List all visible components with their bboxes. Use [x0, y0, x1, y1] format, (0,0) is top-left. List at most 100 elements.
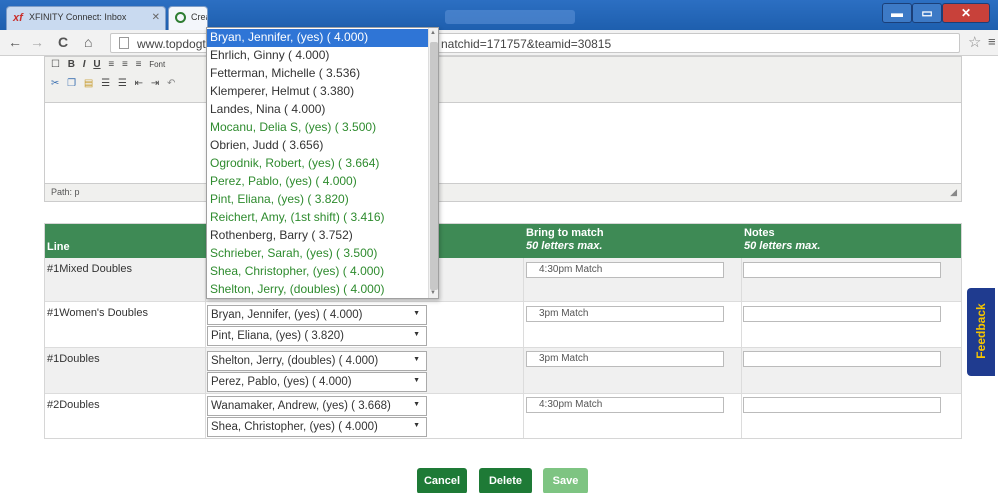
cut-icon[interactable]: ✂	[51, 78, 59, 89]
tab-label: Crea	[191, 12, 207, 22]
header-line: Line	[47, 241, 70, 253]
header-bring-title: Bring to match	[526, 227, 604, 239]
cancel-button[interactable]: Cancel	[417, 468, 467, 493]
star-icon[interactable]: ☆	[968, 33, 981, 51]
align-center-icon[interactable]: ≡	[122, 59, 128, 70]
dropdown-option[interactable]: Fetterman, Michelle ( 3.536)	[207, 65, 429, 83]
notes-input[interactable]	[743, 262, 941, 278]
player-dropdown-list[interactable]: Bryan, Jennifer, (yes) ( 4.000) Ehrlich, …	[206, 27, 439, 299]
save-button[interactable]: Save	[543, 468, 588, 493]
column-divider	[741, 302, 742, 347]
tab-close-icon[interactable]: ✕	[152, 12, 160, 23]
table-header: Line Bring to match 50 letters max. Note…	[45, 224, 961, 258]
dropdown-option[interactable]: Ehrlich, Ginny ( 4.000)	[207, 47, 429, 65]
dropdown-option[interactable]: Mocanu, Delia S, (yes) ( 3.500)	[207, 119, 429, 137]
column-divider	[205, 394, 206, 438]
dropdown-option[interactable]: Shea, Christopher, (yes) ( 4.000)	[207, 263, 429, 281]
table-row: #1Doubles Shelton, Jerry, (doubles) ( 4.…	[45, 348, 961, 394]
player-select[interactable]: Perez, Pablo, (yes) ( 4.000) ▼	[207, 372, 427, 392]
dropdown-scrollbar[interactable]: ▲ ▼	[428, 28, 438, 298]
resize-handle-icon[interactable]: ◢	[950, 187, 957, 198]
table-row: #1Mixed Doubles 4:30pm Match	[45, 258, 961, 302]
dropdown-option[interactable]: Obrien, Judd ( 3.656)	[207, 137, 429, 155]
new-doc-icon[interactable]: ☐	[51, 59, 60, 70]
dropdown-option[interactable]: Landes, Nina ( 4.000)	[207, 101, 429, 119]
menu-icon[interactable]: ≡	[988, 34, 996, 49]
notes-input[interactable]	[743, 351, 941, 367]
forward-arrow-icon[interactable]: →	[30, 34, 44, 50]
align-right-icon[interactable]: ≡	[136, 59, 142, 70]
undo-icon[interactable]: ↶	[167, 78, 175, 89]
indent-icon[interactable]: ⇥	[151, 78, 159, 89]
dropdown-option[interactable]: Reichert, Amy, (1st shift) ( 3.416)	[207, 209, 429, 227]
column-divider	[741, 258, 742, 301]
column-divider	[741, 394, 742, 438]
column-divider	[523, 348, 524, 393]
outdent-icon[interactable]: ⇤	[135, 78, 143, 89]
copy-icon[interactable]: ❐	[67, 78, 76, 89]
dropdown-option[interactable]: Pint, Eliana, (yes) ( 3.820)	[207, 191, 429, 209]
bullet-list-icon[interactable]: ☰	[101, 78, 110, 89]
tab-xfinity-inbox[interactable]: xf XFINITY Connect: Inbox ✕	[6, 6, 166, 30]
player-select[interactable]: Pint, Eliana, (yes) ( 3.820) ▼	[207, 326, 427, 346]
bring-input[interactable]: 4:30pm Match	[526, 262, 724, 278]
bring-input[interactable]: 3pm Match	[526, 306, 724, 322]
home-icon[interactable]: ⌂	[84, 34, 92, 50]
paste-icon[interactable]: ▤	[84, 78, 93, 89]
italic-icon[interactable]: I	[83, 59, 86, 70]
header-notes-title: Notes	[744, 227, 775, 239]
notes-input[interactable]	[743, 397, 941, 413]
column-divider	[205, 348, 206, 393]
dropdown-option[interactable]: Perez, Pablo, (yes) ( 4.000)	[207, 173, 429, 191]
feedback-tab[interactable]: Feedback	[967, 288, 995, 376]
scroll-down-icon[interactable]: ▼	[430, 290, 436, 296]
align-left-icon[interactable]: ≡	[108, 59, 114, 70]
dropdown-option[interactable]: Schrieber, Sarah, (yes) ( 3.500)	[207, 245, 429, 263]
player-select-value: Shea, Christopher, (yes) ( 4.000)	[211, 421, 378, 433]
player-select-value: Shelton, Jerry, (doubles) ( 4.000)	[211, 355, 379, 367]
header-bring-sub: 50 letters max.	[526, 240, 603, 252]
bold-icon[interactable]: B	[68, 59, 75, 70]
scrollbar-thumb[interactable]	[430, 42, 438, 290]
column-divider	[523, 302, 524, 347]
bring-input[interactable]: 4:30pm Match	[526, 397, 724, 413]
column-divider	[523, 394, 524, 438]
line-name: #1Women's Doubles	[47, 307, 148, 319]
site-icon	[175, 12, 186, 23]
browser-window: xf XFINITY Connect: Inbox ✕ Crea ▬ ▭ ✕ ←…	[0, 0, 998, 493]
header-notes: Notes 50 letters max.	[744, 227, 820, 253]
table-row: #1Women's Doubles Bryan, Jennifer, (yes)…	[45, 302, 961, 348]
player-select[interactable]: Bryan, Jennifer, (yes) ( 4.000) ▼	[207, 305, 427, 325]
editor-path: Path: p	[51, 187, 80, 197]
title-bar: xf XFINITY Connect: Inbox ✕ Crea ▬ ▭ ✕	[0, 0, 998, 30]
player-select-value: Bryan, Jennifer, (yes) ( 4.000)	[211, 309, 363, 321]
dropdown-arrow-icon: ▼	[413, 377, 420, 384]
dropdown-option[interactable]: Shelton, Jerry, (doubles) ( 4.000)	[207, 281, 429, 298]
line-name: #1Doubles	[47, 353, 100, 365]
back-arrow-icon[interactable]: ←	[8, 34, 22, 50]
bring-input[interactable]: 3pm Match	[526, 351, 724, 367]
player-select[interactable]: Wanamaker, Andrew, (yes) ( 3.668) ▼	[207, 396, 427, 416]
dropdown-option[interactable]: Rothenberg, Barry ( 3.752)	[207, 227, 429, 245]
dropdown-option[interactable]: Klemperer, Helmut ( 3.380)	[207, 83, 429, 101]
toolbar-row-2: ✂ ❐ ▤ ☰ ☰ ⇤ ⇥ ↶	[51, 78, 180, 89]
maximize-button[interactable]: ▭	[912, 3, 942, 23]
player-select[interactable]: Shea, Christopher, (yes) ( 4.000) ▼	[207, 417, 427, 437]
table-row: #2Doubles Wanamaker, Andrew, (yes) ( 3.6…	[45, 394, 961, 438]
notes-input[interactable]	[743, 306, 941, 322]
font-select[interactable]: Font	[149, 60, 165, 69]
minimize-button[interactable]: ▬	[882, 3, 912, 23]
dropdown-arrow-icon: ▼	[413, 422, 420, 429]
reload-icon[interactable]: C	[58, 34, 68, 50]
dropdown-arrow-icon: ▼	[413, 310, 420, 317]
numbered-list-icon[interactable]: ☰	[118, 78, 127, 89]
tab-create[interactable]: Crea	[168, 6, 208, 30]
delete-button[interactable]: Delete	[479, 468, 532, 493]
player-select[interactable]: Shelton, Jerry, (doubles) ( 4.000) ▼	[207, 351, 427, 371]
underline-icon[interactable]: U	[93, 59, 100, 70]
notes-editor[interactable]: ☐ B I U ≡ ≡ ≡ Font ✂ ❐ ▤ ☰ ☰ ⇤ ⇥ ↶ Path:…	[44, 56, 962, 202]
dropdown-option[interactable]: Ogrodnik, Robert, (yes) ( 3.664)	[207, 155, 429, 173]
scroll-up-icon[interactable]: ▲	[430, 30, 436, 36]
close-window-button[interactable]: ✕	[942, 3, 990, 23]
dropdown-option[interactable]: Bryan, Jennifer, (yes) ( 4.000)	[207, 29, 429, 47]
